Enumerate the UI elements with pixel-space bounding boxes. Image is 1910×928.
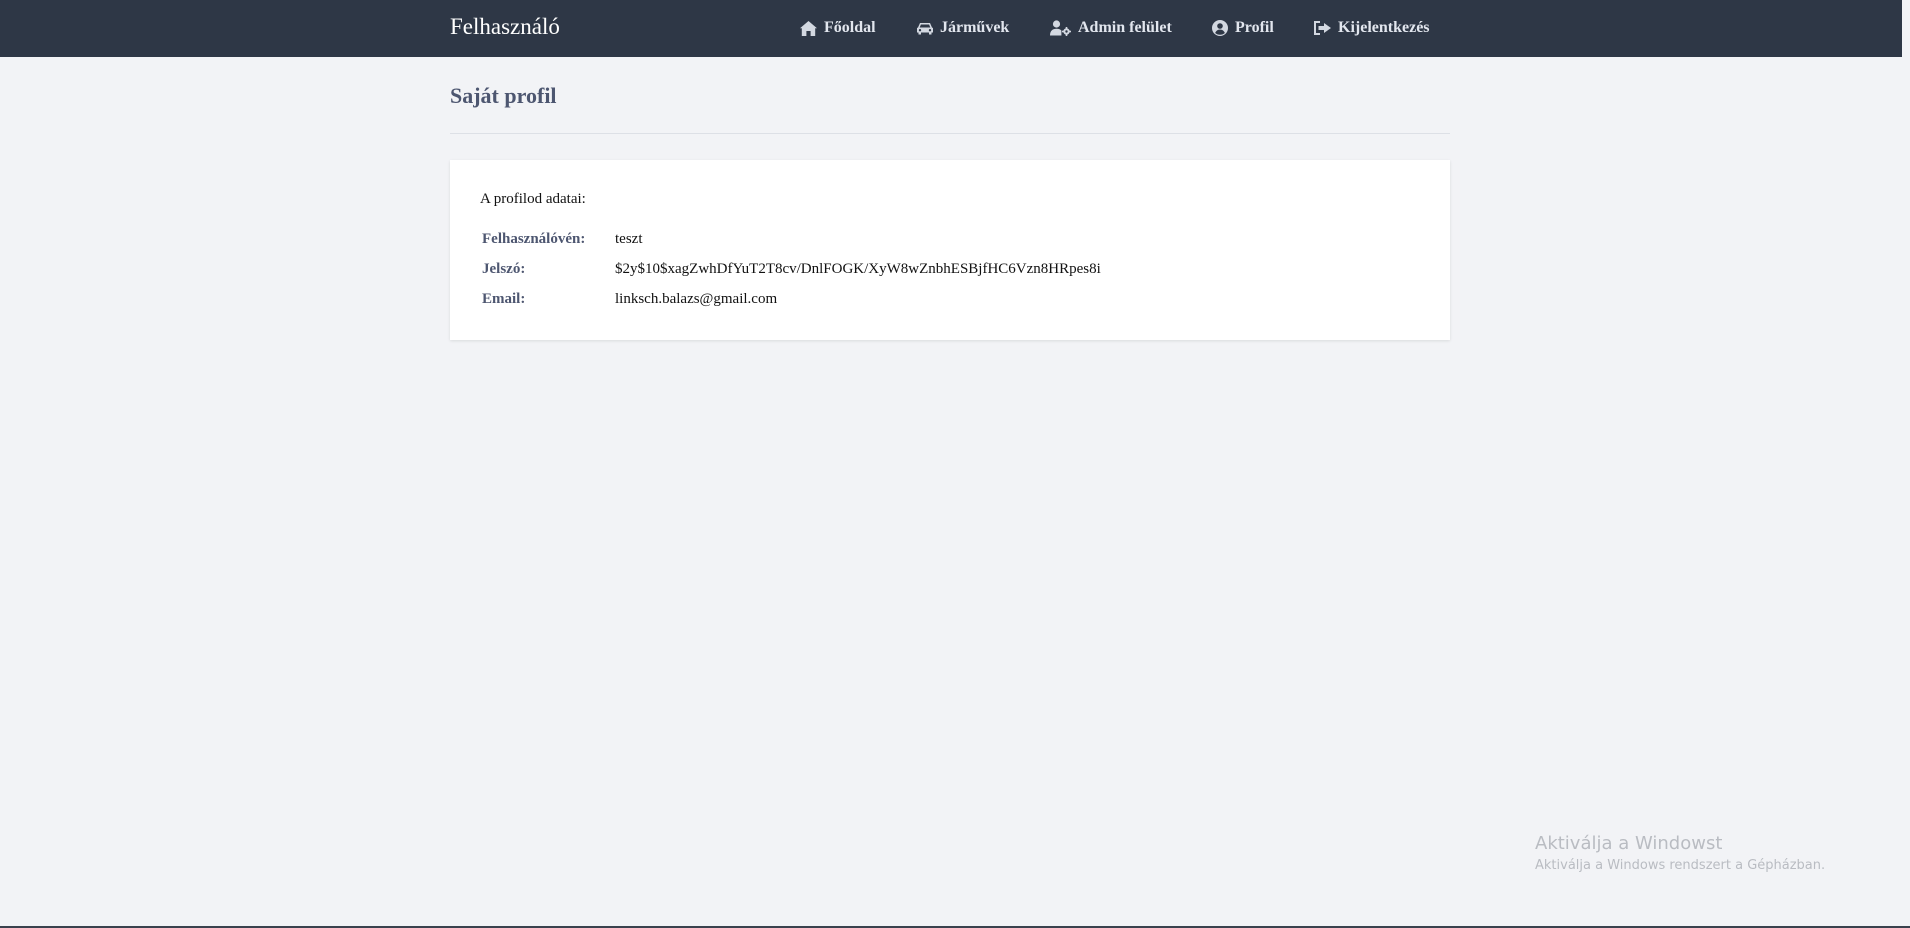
windows-activation-watermark: Aktiválja a Windowst Aktiválja a Windows… — [1535, 832, 1825, 876]
nav-label-vehicles: Járművek — [940, 19, 1010, 36]
nav-item-home[interactable]: Főoldal — [800, 17, 876, 39]
watermark-title: Aktiválja a Windowst — [1535, 833, 1723, 854]
nav-item-logout[interactable]: Kijelentkezés — [1314, 17, 1430, 39]
nav-item-admin[interactable]: Admin felület — [1050, 17, 1172, 39]
profile-intro: A profilod adatai: — [480, 191, 586, 207]
user-circle-icon — [1212, 20, 1228, 36]
username-value: teszt — [615, 231, 643, 247]
email-label: Email: — [482, 291, 526, 307]
brand-title[interactable]: Felhasználó — [450, 12, 560, 42]
nav-label-logout: Kijelentkezés — [1338, 19, 1430, 36]
username-label: Felhasználóvén: — [482, 231, 586, 247]
nav-label-profile: Profil — [1235, 19, 1274, 36]
car-icon — [917, 22, 933, 34]
page-title: Saját profil — [450, 83, 557, 108]
home-icon — [800, 20, 817, 36]
title-divider — [450, 133, 1450, 134]
profile-card: A profilod adatai: Felhasználóvén: teszt… — [450, 160, 1450, 340]
user-cog-icon — [1050, 20, 1071, 36]
watermark-subtitle: Aktiválja a Windows rendszert a Gépházba… — [1535, 858, 1826, 873]
password-value: $2y$10$xagZwhDfYuT2T8cv/DnlFOGK/XyW8wZnb… — [615, 261, 1101, 277]
sign-out-icon — [1314, 21, 1331, 35]
top-navbar: Felhasználó Főoldal Járművek Admin felül — [0, 0, 1902, 57]
page: Felhasználó Főoldal Járművek Admin felül — [0, 0, 1910, 928]
email-value: linksch.balazs@gmail.com — [615, 291, 778, 307]
password-label: Jelszó: — [482, 261, 526, 277]
nav-item-vehicles[interactable]: Járművek — [917, 17, 1009, 39]
nav-label-admin: Admin felület — [1078, 19, 1172, 36]
nav-label-home: Főoldal — [824, 19, 876, 36]
nav-item-profile[interactable]: Profil — [1212, 17, 1274, 39]
